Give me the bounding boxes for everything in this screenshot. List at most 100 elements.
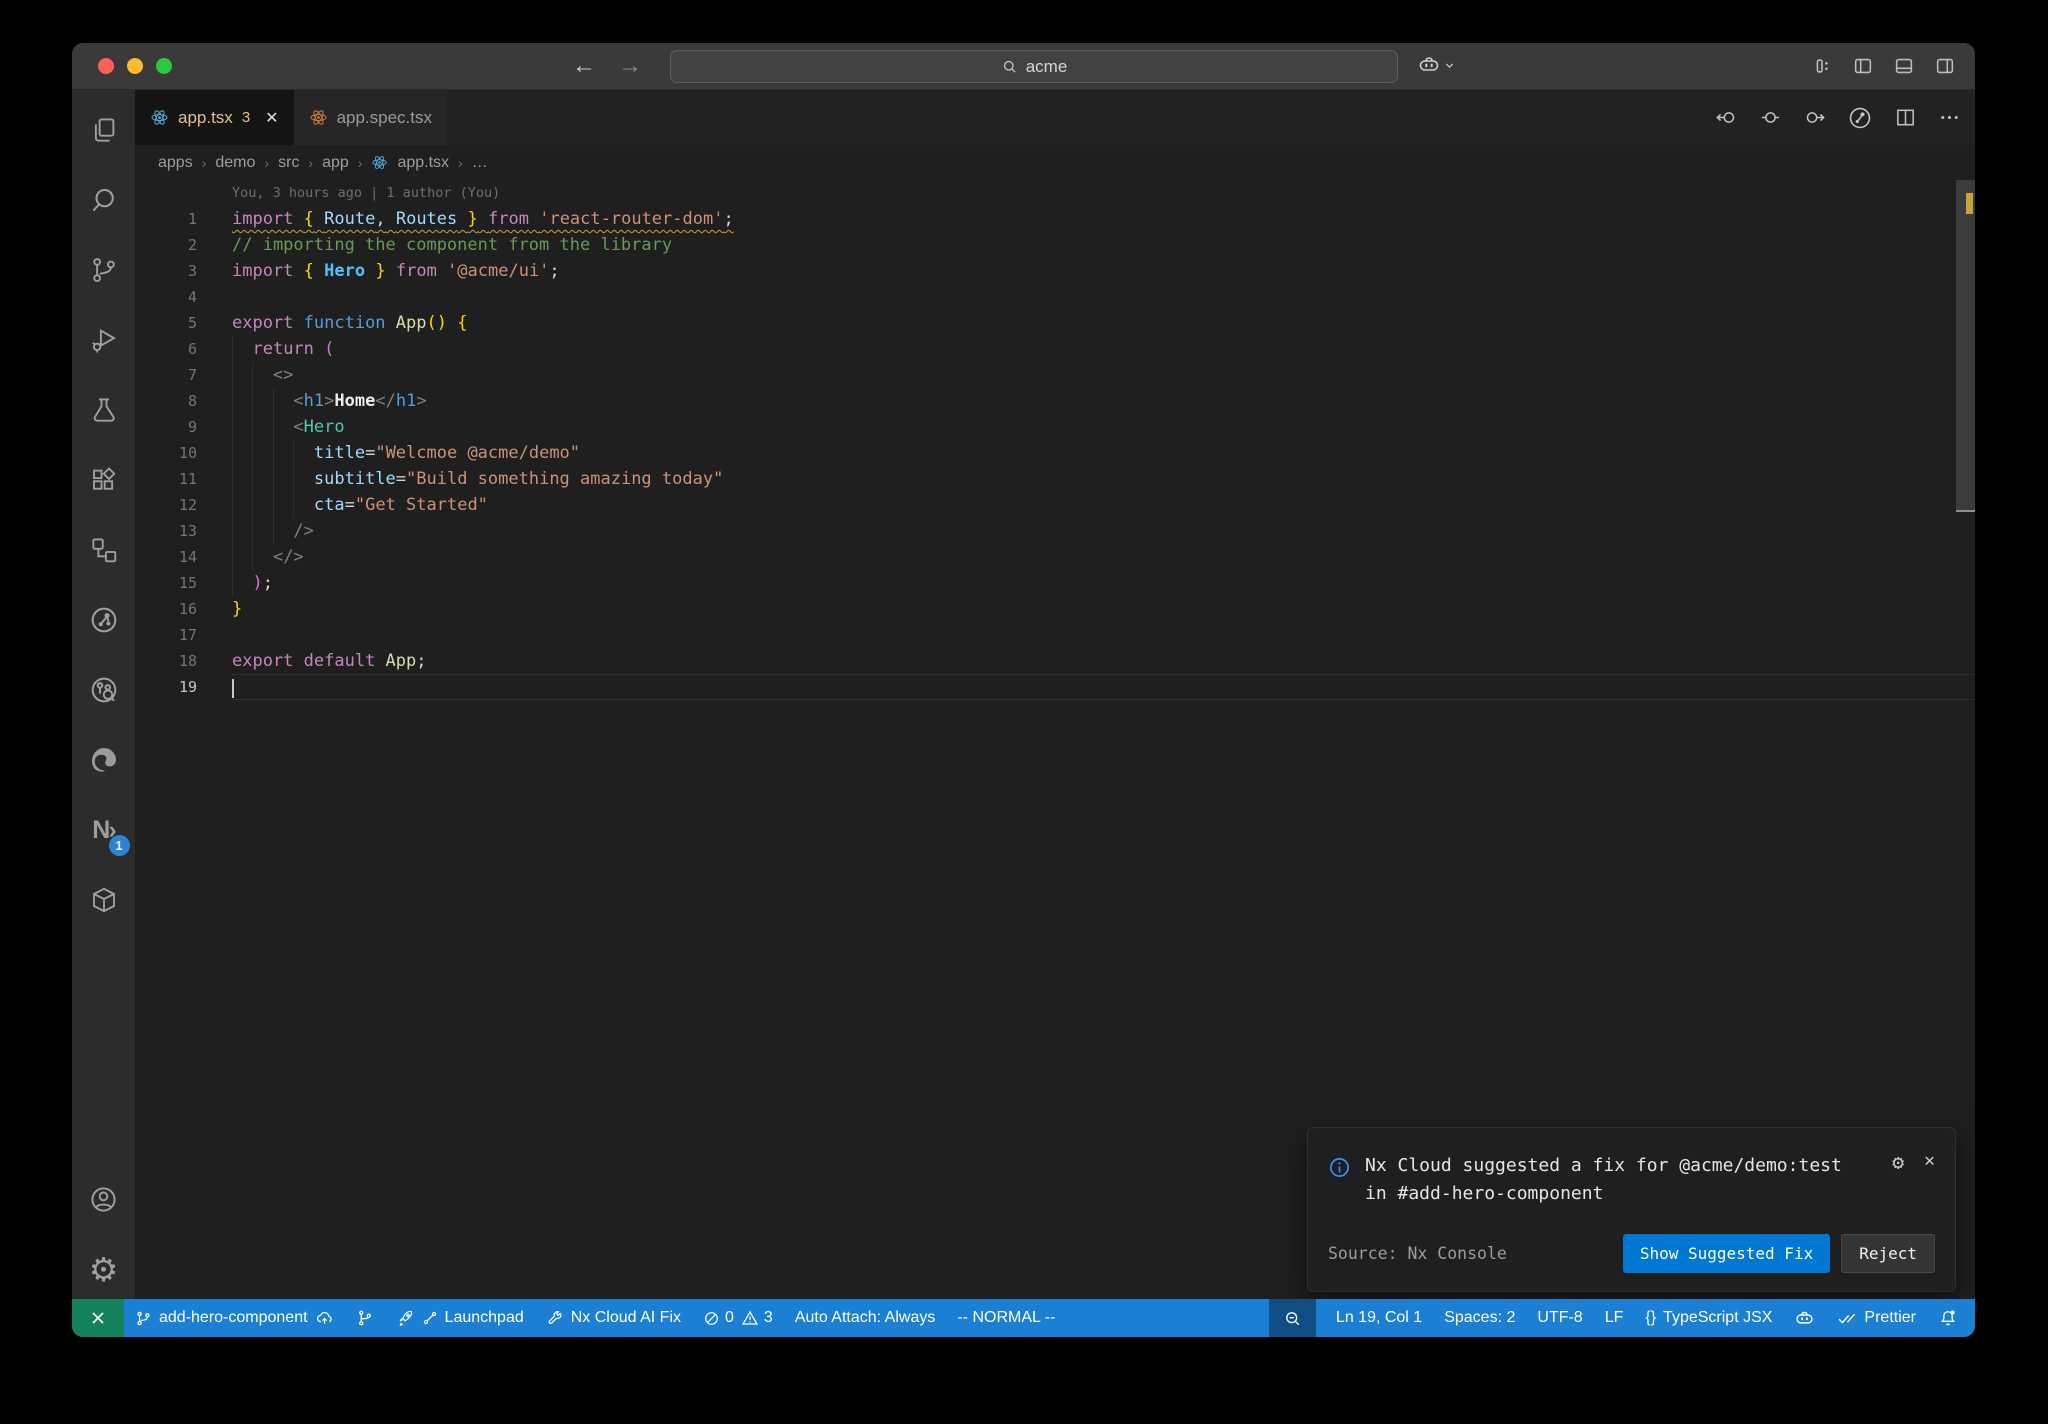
eol-item[interactable]: LF xyxy=(1594,1299,1635,1337)
language-mode-item[interactable]: {} TypeScript JSX xyxy=(1634,1299,1783,1337)
indentation-item[interactable]: Spaces: 2 xyxy=(1433,1299,1526,1337)
nx-console-icon[interactable]: N› 1 xyxy=(80,806,130,856)
problems-item[interactable]: 0 3 xyxy=(692,1299,784,1337)
toggle-primary-sidebar-icon[interactable] xyxy=(1851,54,1875,78)
breadcrumb-item[interactable]: app.tsx xyxy=(397,154,449,172)
dependencies-cube-icon[interactable] xyxy=(80,876,128,924)
customize-layout-icon[interactable] xyxy=(1810,54,1834,78)
split-editor-icon[interactable] xyxy=(1894,106,1917,129)
history-back-icon[interactable]: ← xyxy=(572,52,596,80)
close-window-button[interactable] xyxy=(98,58,114,74)
more-actions-icon[interactable] xyxy=(1938,106,1961,129)
zoom-window-button[interactable] xyxy=(156,58,172,74)
auto-attach-item[interactable]: Auto Attach: Always xyxy=(784,1299,947,1337)
double-check-icon xyxy=(1839,1313,1856,1324)
tab-app-tsx[interactable]: app.tsx 3 ✕ xyxy=(135,90,294,145)
branch-name: add-hero-component xyxy=(159,1309,308,1326)
breadcrumb-item[interactable]: demo xyxy=(215,154,255,172)
code-line[interactable]: 1 import { Route, Routes } from 'react-ro… xyxy=(135,206,1975,232)
copilot-menu-button[interactable] xyxy=(1417,53,1456,77)
nav-edit-back-icon[interactable] xyxy=(1715,106,1738,129)
status-bar: add-hero-component Launchpad Nx Cloud AI… xyxy=(72,1299,1975,1337)
code-line[interactable]: 2// importing the component from the lib… xyxy=(135,232,1975,258)
accounts-icon[interactable] xyxy=(80,1175,128,1223)
code-line[interactable]: 10 title="Welcmoe @acme/demo" xyxy=(135,440,1975,466)
edge-browser-icon[interactable] xyxy=(80,736,128,784)
command-center-search[interactable]: acme xyxy=(670,50,1398,83)
toggle-secondary-sidebar-icon[interactable] xyxy=(1933,54,1957,78)
tab-app-spec-tsx[interactable]: app.spec.tsx xyxy=(293,90,448,145)
code-line[interactable]: 16} xyxy=(135,596,1975,622)
cursor-position-item[interactable]: Ln 19, Col 1 xyxy=(1325,1299,1433,1337)
run-and-debug-icon[interactable] xyxy=(80,316,128,364)
vim-mode-item[interactable]: -- NORMAL -- xyxy=(946,1299,1066,1337)
errors-icon xyxy=(705,1311,718,1325)
breadcrumb-item[interactable]: src xyxy=(278,154,299,172)
nav-edit-forward-icon[interactable] xyxy=(1803,106,1826,129)
line-number: 3 xyxy=(187,262,197,280)
nav-edit-current-icon[interactable] xyxy=(1759,106,1782,129)
notification-close-icon[interactable]: ✕ xyxy=(1924,1152,1935,1170)
toggle-panel-icon[interactable] xyxy=(1892,54,1916,78)
code-line[interactable]: 3 import { Hero } from '@acme/ui'; xyxy=(135,258,1975,284)
zoom-indicator-item[interactable] xyxy=(1268,1299,1316,1337)
code-line[interactable]: 19 xyxy=(135,674,1975,700)
info-icon xyxy=(1330,1158,1349,1178)
reject-button[interactable]: Reject xyxy=(1841,1234,1935,1273)
source-control-graph-icon xyxy=(358,1310,371,1326)
show-suggested-fix-button[interactable]: Show Suggested Fix xyxy=(1622,1234,1831,1273)
nx-cloud-fix-item[interactable]: Nx Cloud AI Fix xyxy=(535,1299,692,1337)
notification-settings-icon[interactable]: ⚙ xyxy=(1892,1152,1904,1172)
breadcrumb-item[interactable]: … xyxy=(472,154,488,172)
formatter-item[interactable]: Prettier xyxy=(1826,1299,1927,1337)
breadcrumb-item[interactable]: app xyxy=(322,154,349,172)
extensions-icon[interactable] xyxy=(80,456,128,504)
minimize-window-button[interactable] xyxy=(127,58,143,74)
code-line[interactable]: 14 </> xyxy=(135,544,1975,570)
activity-bar: N› 1 ⚙ xyxy=(72,90,135,1299)
search-icon xyxy=(1001,58,1018,75)
code-line[interactable]: 15 ); xyxy=(135,570,1975,596)
source-control-graph-item[interactable] xyxy=(345,1299,385,1337)
nx-run-target-icon[interactable] xyxy=(80,596,128,644)
source-control-search-icon[interactable] xyxy=(80,666,128,714)
remote-indicator[interactable] xyxy=(72,1299,124,1337)
launchpad-item[interactable]: Launchpad xyxy=(385,1299,535,1337)
git-branch-item[interactable]: add-hero-component xyxy=(124,1299,345,1337)
code-line[interactable]: 6 return ( xyxy=(135,336,1975,362)
command-center-text: acme xyxy=(1025,56,1068,76)
code-line[interactable]: 8 <h1>Home</h1> xyxy=(135,388,1975,414)
hierarchy-view-icon[interactable] xyxy=(80,526,128,574)
breadcrumb-item[interactable]: apps xyxy=(158,154,193,172)
run-project-icon[interactable] xyxy=(1847,105,1873,131)
code-line[interactable]: 9 <Hero xyxy=(135,414,1975,440)
history-forward-icon[interactable]: → xyxy=(618,52,642,80)
notifications-bell-item[interactable] xyxy=(1927,1299,1969,1337)
code-line[interactable]: 4 xyxy=(135,284,1975,310)
editor-scrollbar[interactable] xyxy=(1956,180,1975,1299)
code-line[interactable]: 12 cta="Get Started" xyxy=(135,492,1975,518)
close-tab-icon[interactable]: ✕ xyxy=(265,108,278,128)
code-line[interactable]: 7 <> xyxy=(135,362,1975,388)
testing-flask-icon[interactable] xyxy=(80,386,128,434)
code-line[interactable]: 5 export function App() { xyxy=(135,310,1975,336)
explorer-icon[interactable] xyxy=(80,106,128,154)
code-line[interactable]: 17 xyxy=(135,622,1975,648)
copilot-status-item[interactable] xyxy=(1783,1299,1826,1337)
line-number: 15 xyxy=(178,574,197,592)
code-editor[interactable]: You, 3 hours ago | 1 author (You) 1 impor… xyxy=(135,180,1975,1299)
react-icon xyxy=(372,156,388,169)
manage-gear-icon[interactable]: ⚙ xyxy=(80,1245,128,1293)
scrollbar-slider[interactable] xyxy=(1956,180,1975,512)
rocket-icon xyxy=(399,1310,412,1326)
encoding-item[interactable]: UTF-8 xyxy=(1526,1299,1593,1337)
code-line[interactable]: 11 subtitle="Build something amazing tod… xyxy=(135,466,1975,492)
line-number: 17 xyxy=(178,626,197,644)
search-view-icon[interactable] xyxy=(80,176,128,224)
code-line[interactable]: 13 /> xyxy=(135,518,1975,544)
warnings-icon xyxy=(741,1310,758,1325)
chevron-down-icon xyxy=(1445,62,1454,68)
source-control-icon[interactable] xyxy=(80,246,128,294)
copilot-icon xyxy=(1419,57,1439,71)
code-line[interactable]: 18 export default App; xyxy=(135,648,1975,674)
